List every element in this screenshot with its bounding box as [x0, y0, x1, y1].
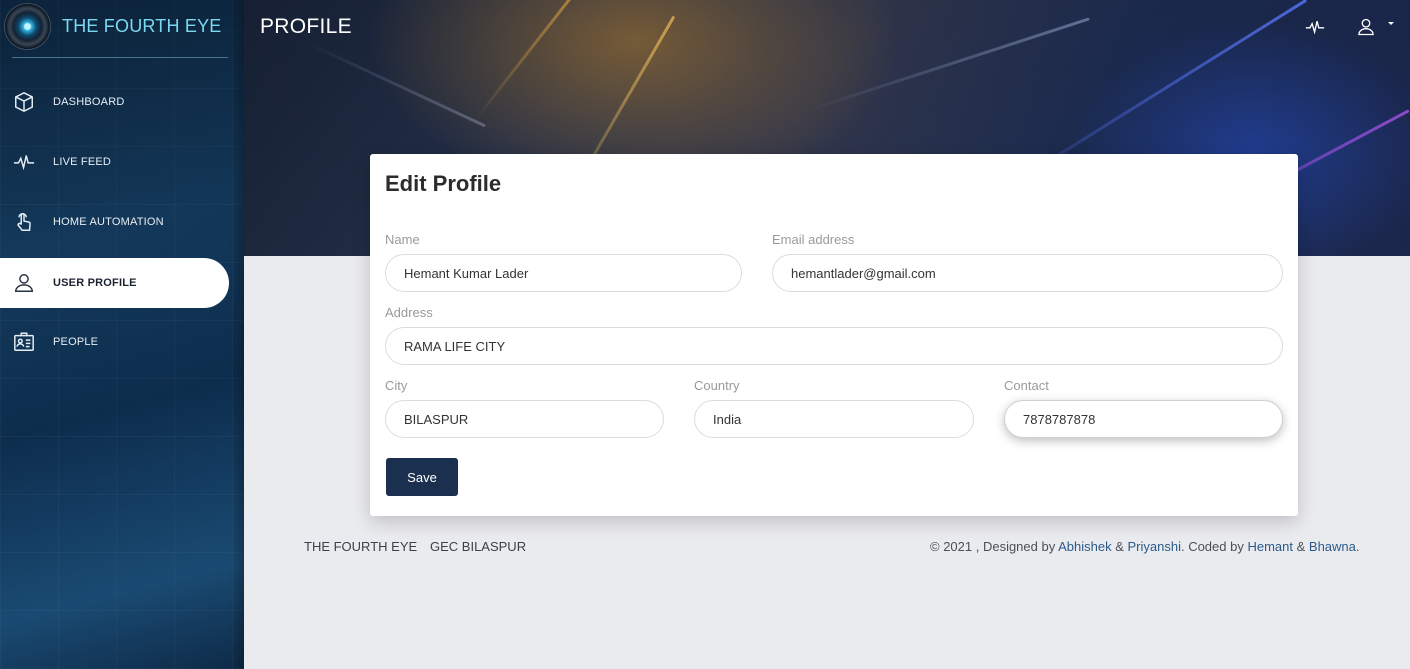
edit-profile-card: Edit Profile Name Hemant Kumar Lader Ema…: [370, 154, 1298, 516]
id-card-icon: [13, 331, 35, 353]
address-field[interactable]: RAMA LIFE CITY: [385, 327, 1283, 365]
city-label: City: [385, 378, 408, 393]
name-label: Name: [385, 232, 420, 247]
footer-link-home[interactable]: THE FOURTH EYE: [304, 539, 417, 554]
card-title: Edit Profile: [385, 171, 502, 196]
user-icon: [13, 272, 35, 294]
designer-link[interactable]: Abhishek: [1058, 539, 1111, 554]
sidebar-item-user-profile[interactable]: USER PROFILE: [0, 258, 229, 308]
copyright-amp: &: [1111, 539, 1128, 554]
sidebar-item-dashboard[interactable]: DASHBOARD: [0, 77, 229, 127]
email-label: Email address: [772, 232, 855, 247]
banner-streak: [803, 17, 1090, 113]
copyright-suffix: .: [1355, 539, 1360, 554]
sidebar-item-live-feed[interactable]: LIVE FEED: [0, 137, 229, 187]
sidebar-item-label: DASHBOARD: [53, 96, 125, 108]
sidebar-item-people[interactable]: PEOPLE: [0, 317, 229, 367]
copyright-prefix: © 2021 , Designed by: [930, 539, 1059, 554]
sidebar-item-label: USER PROFILE: [53, 277, 137, 289]
coder-link[interactable]: Bhawna: [1309, 539, 1356, 554]
brand[interactable]: THE FOURTH EYE: [0, 0, 244, 57]
footer-link-college[interactable]: GEC BILASPUR: [430, 539, 526, 554]
coder-link[interactable]: Hemant: [1247, 539, 1293, 554]
cube-icon: [13, 91, 35, 113]
eye-logo-icon: [5, 4, 50, 49]
copyright-coded-by: . Coded by: [1180, 539, 1248, 554]
page-title: PROFILE: [260, 15, 352, 38]
country-field[interactable]: India: [694, 400, 974, 438]
brand-divider: [12, 57, 228, 58]
save-button[interactable]: Save: [386, 458, 458, 496]
banner-streak: [472, 0, 611, 123]
brand-title: THE FOURTH EYE: [62, 16, 222, 36]
contact-field[interactable]: 7878787878: [1004, 400, 1283, 438]
sidebar: THE FOURTH EYE DASHBOARD LIVE FEED HOME …: [0, 0, 244, 669]
caret-down-icon[interactable]: [1388, 22, 1394, 25]
country-label: Country: [694, 378, 740, 393]
copyright-amp: &: [1293, 539, 1309, 554]
sidebar-item-label: LIVE FEED: [53, 156, 112, 168]
copyright-text: © 2021 , Designed by Abhishek & Priyansh…: [930, 539, 1360, 554]
address-label: Address: [385, 305, 433, 320]
sidebar-item-home-automation[interactable]: HOME AUTOMATION: [0, 197, 229, 247]
pulse-icon: [13, 151, 35, 173]
user-menu-icon[interactable]: [1356, 17, 1376, 37]
touch-hand-icon: [13, 211, 35, 233]
sidebar-item-label: HOME AUTOMATION: [53, 216, 164, 228]
pulse-icon[interactable]: [1305, 17, 1325, 37]
sidebar-item-label: PEOPLE: [53, 336, 99, 348]
banner-streak: [303, 40, 486, 128]
city-field[interactable]: BILASPUR: [385, 400, 664, 438]
contact-label: Contact: [1004, 378, 1049, 393]
designer-link[interactable]: Priyanshi: [1128, 539, 1181, 554]
name-field[interactable]: Hemant Kumar Lader: [385, 254, 742, 292]
email-field[interactable]: hemantlader@gmail.com: [772, 254, 1283, 292]
